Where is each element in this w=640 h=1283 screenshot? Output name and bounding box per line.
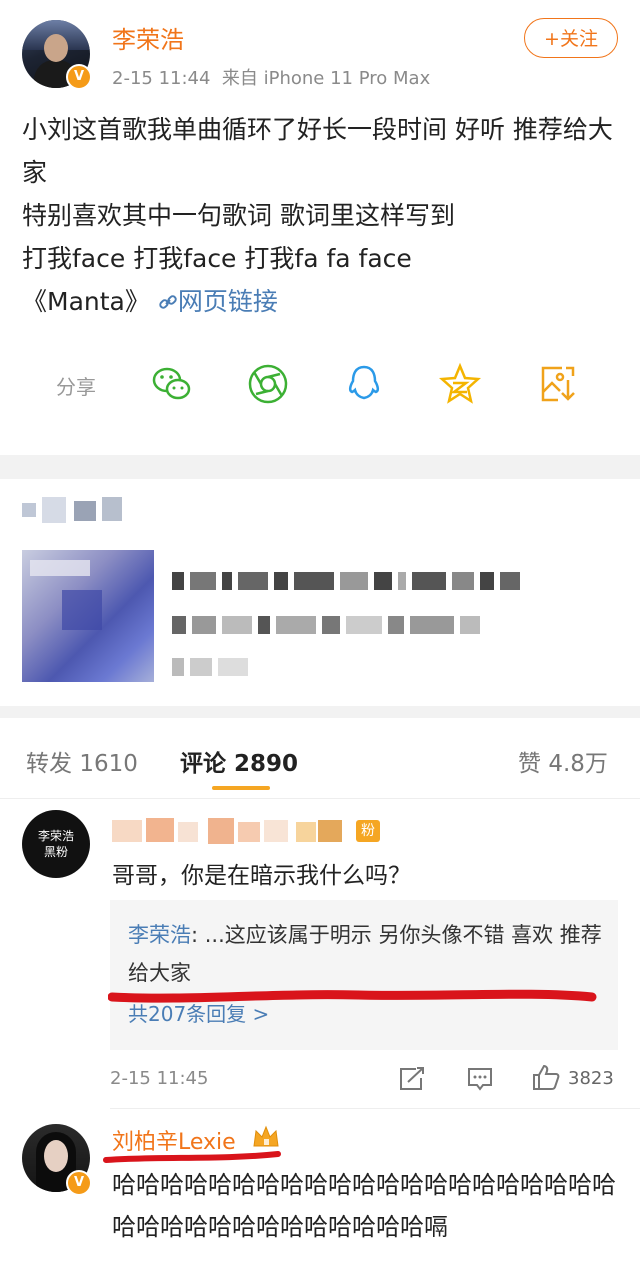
web-link[interactable]: 网页链接 bbox=[158, 287, 278, 316]
tab-comments-count: 2890 bbox=[234, 751, 299, 777]
tab-likes-label: 赞 bbox=[518, 751, 541, 777]
comment-time: 2-15 11:45 bbox=[110, 1068, 209, 1089]
author-name[interactable]: 李荣浩 bbox=[112, 20, 184, 55]
crown-badge-icon bbox=[253, 1125, 279, 1147]
qzone-icon[interactable] bbox=[438, 362, 482, 406]
commenter-name-blurred[interactable] bbox=[112, 818, 372, 844]
qq-icon[interactable] bbox=[342, 362, 386, 406]
like-icon[interactable] bbox=[532, 1064, 560, 1090]
post-body: 小刘这首歌我单曲循环了好长一段时间 好听 推荐给大家 特别喜欢其中一句歌词 歌词… bbox=[22, 108, 618, 323]
fan-badge: 粉 bbox=[356, 820, 380, 842]
tab-repost-count: 1610 bbox=[79, 751, 138, 777]
web-link-label[interactable]: 网页链接 bbox=[178, 287, 278, 316]
red-underline-annotation bbox=[108, 989, 597, 1003]
blurred-repost-header bbox=[22, 495, 132, 525]
tab-comments-label: 评论 bbox=[180, 751, 226, 777]
wechat-icon[interactable] bbox=[150, 362, 194, 406]
verified-badge-icon: V bbox=[66, 1170, 92, 1196]
verified-badge-icon: V bbox=[66, 64, 92, 90]
tab-repost-label: 转发 bbox=[26, 751, 72, 777]
tab-comments[interactable]: 评论 2890 bbox=[180, 744, 298, 778]
comment-text: 哥哥，你是在暗示我什么吗？ bbox=[112, 863, 411, 889]
post-line: 小刘这首歌我单曲循环了好长一段时间 好听 推荐给大家 bbox=[22, 115, 613, 187]
save-image-icon[interactable] bbox=[536, 362, 580, 406]
divider bbox=[0, 798, 640, 799]
tab-repost[interactable]: 转发 1610 bbox=[26, 744, 138, 778]
follow-button[interactable]: +关注 bbox=[524, 18, 618, 58]
section-divider bbox=[0, 706, 640, 718]
repost-icon[interactable] bbox=[398, 1066, 426, 1092]
post-line: 打我face 打我face 打我fa fa face bbox=[22, 244, 412, 273]
share-label: 分享 bbox=[56, 375, 96, 399]
avatar-text: 李荣浩 bbox=[37, 829, 74, 843]
avatar-text: 黑粉 bbox=[43, 845, 68, 859]
reply-content: : ...这应该属于明示 另你头像不错 喜欢 推荐给大家 bbox=[128, 923, 602, 985]
section-divider bbox=[0, 455, 640, 479]
commenter-avatar[interactable]: 李荣浩 黑粉 bbox=[22, 810, 90, 878]
active-tab-indicator bbox=[212, 786, 270, 790]
blurred-repost-text[interactable] bbox=[172, 572, 612, 682]
blurred-repost-thumbnail[interactable] bbox=[22, 550, 154, 682]
reply-text: 李荣浩: ...这应该属于明示 另你头像不错 喜欢 推荐给大家 bbox=[128, 916, 602, 992]
tab-likes-count: 4.8万 bbox=[548, 751, 608, 777]
moments-icon[interactable] bbox=[246, 362, 290, 406]
post-line: 《Manta》 网页链接 bbox=[22, 280, 618, 323]
tab-likes[interactable]: 赞 4.8万 bbox=[518, 744, 608, 778]
like-count: 3823 bbox=[568, 1068, 614, 1089]
post-meta: 2-15 11:44 来自 iPhone 11 Pro Max bbox=[112, 64, 430, 90]
link-icon bbox=[159, 295, 177, 309]
reply-author[interactable]: 李荣浩 bbox=[128, 923, 191, 947]
comment-icon[interactable] bbox=[466, 1066, 494, 1092]
song-title: 《Manta》 bbox=[22, 287, 150, 316]
divider bbox=[110, 1108, 640, 1109]
post-line: 特别喜欢其中一句歌词 歌词里这样写到 bbox=[22, 201, 455, 230]
post-source: 来自 iPhone 11 Pro Max bbox=[221, 68, 431, 89]
post-time: 2-15 11:44 bbox=[112, 68, 211, 89]
comment-text: 哈哈哈哈哈哈哈哈哈哈哈哈哈哈哈哈哈哈哈哈哈哈哈哈哈哈哈哈哈哈哈哈哈哈嗝 bbox=[112, 1171, 616, 1241]
